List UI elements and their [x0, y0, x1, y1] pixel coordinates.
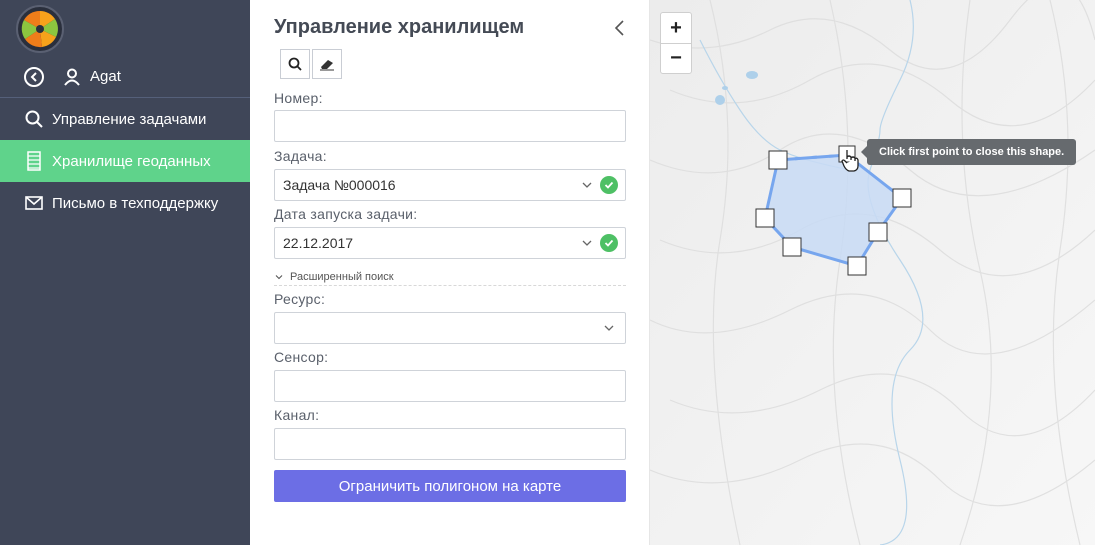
zoom-in-button[interactable]: + — [661, 13, 691, 43]
sidebar: Agat Управление задачами Хранилище геода… — [0, 0, 250, 545]
task-label: Задача: — [274, 148, 327, 164]
back-button[interactable] — [24, 66, 44, 87]
zoom-out-button[interactable]: − — [661, 43, 691, 73]
search-button[interactable] — [280, 49, 310, 79]
channel-input[interactable] — [274, 428, 626, 460]
user-row: Agat — [0, 56, 250, 98]
resource-label: Ресурс: — [274, 291, 326, 307]
storage-icon — [24, 151, 44, 171]
sidebar-item-label: Управление задачами — [52, 110, 207, 128]
mail-icon — [24, 193, 44, 213]
panel-toolbar — [280, 49, 342, 79]
search-icon — [24, 109, 44, 129]
sidebar-item-geodata-storage[interactable]: Хранилище геоданных — [0, 140, 250, 182]
number-input[interactable] — [274, 110, 626, 142]
eraser-icon — [320, 60, 334, 71]
panel-title: Управление хранилищем — [274, 16, 525, 38]
user-icon — [64, 67, 82, 87]
restrict-by-polygon-button[interactable]: Ограничить полигоном на карте — [274, 470, 626, 502]
chevron-down-icon — [604, 325, 614, 331]
date-select[interactable]: 22.12.2017 — [274, 227, 626, 259]
sidebar-item-support-mail[interactable]: Письмо в техподдержку — [0, 182, 250, 224]
channel-label: Канал: — [274, 407, 320, 423]
chevron-down-icon — [275, 274, 283, 279]
chevron-down-icon — [582, 240, 592, 246]
search-icon — [288, 57, 302, 71]
sensor-label: Сенсор: — [274, 349, 329, 365]
collapse-panel-button[interactable] — [610, 18, 630, 38]
date-value: 22.12.2017 — [283, 235, 354, 251]
task-value: Задача №000016 — [283, 177, 396, 193]
draw-tooltip: Click first point to close this shape. — [860, 139, 1077, 165]
chevron-down-icon — [582, 182, 592, 188]
sidebar-item-label: Хранилище геоданных — [52, 152, 211, 170]
check-icon — [600, 176, 618, 194]
map-view[interactable]: + − Click first point to close this shap… — [650, 0, 1095, 545]
advanced-search-label: Расширенный поиск — [290, 270, 394, 283]
chevron-left-icon — [30, 71, 37, 82]
number-label: Номер: — [274, 90, 323, 106]
eraser-button[interactable] — [312, 49, 342, 79]
app-logo[interactable] — [16, 5, 64, 53]
check-icon — [600, 234, 618, 252]
storage-panel: Управление хранилищем Номер: Задача: Зад… — [250, 0, 650, 545]
user-name[interactable]: Agat — [90, 68, 121, 85]
sidebar-item-label: Письмо в техподдержку — [52, 194, 219, 212]
zoom-control: + − — [660, 12, 692, 74]
advanced-search-toggle[interactable]: Расширенный поиск — [274, 268, 626, 286]
sensor-input[interactable] — [274, 370, 626, 402]
task-select[interactable]: Задача №000016 — [274, 169, 626, 201]
date-label: Дата запуска задачи: — [274, 206, 418, 222]
resource-select[interactable] — [274, 312, 626, 344]
sidebar-item-tasks[interactable]: Управление задачами — [0, 98, 250, 140]
map-terrain — [650, 0, 1095, 545]
chevron-left-icon — [614, 20, 624, 36]
